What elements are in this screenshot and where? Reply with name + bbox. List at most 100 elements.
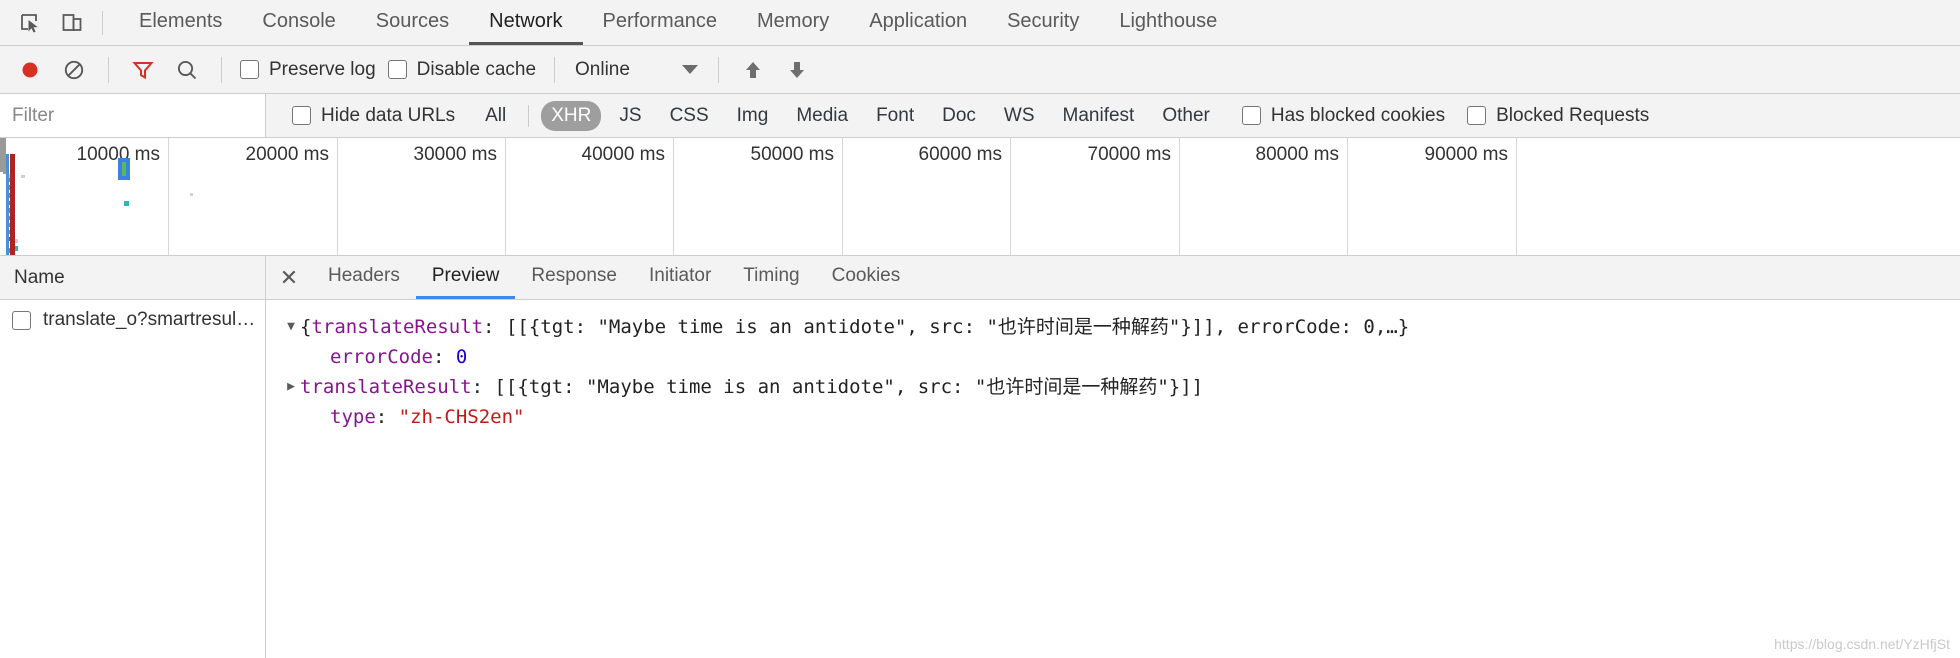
- overview-tick-divider: [1347, 138, 1348, 255]
- tabbar-icon-group: [8, 0, 119, 45]
- filter-type-other[interactable]: Other: [1152, 101, 1220, 131]
- column-header-name[interactable]: Name: [0, 256, 265, 300]
- tab-cookies[interactable]: Cookies: [816, 256, 917, 299]
- overview-tick-divider: [505, 138, 506, 255]
- tab-response[interactable]: Response: [515, 256, 633, 299]
- json-token: "也许时间是一种解药": [986, 316, 1181, 338]
- table-row[interactable]: translate_o?smartresul…: [0, 300, 265, 340]
- overview-tick-divider: [1516, 138, 1517, 255]
- filter-type-all[interactable]: All: [475, 101, 516, 131]
- overview-tick-divider: [1179, 138, 1180, 255]
- panel-tabs: Elements Console Sources Network Perform…: [119, 0, 1237, 45]
- expand-triangle-down-icon[interactable]: ▼: [282, 312, 300, 342]
- preserve-log-checkbox[interactable]: Preserve log: [236, 59, 380, 81]
- json-token: type: [330, 406, 376, 428]
- json-token: :: [471, 376, 495, 398]
- json-line: type: "zh-CHS2en": [266, 402, 1960, 432]
- hide-data-urls-box[interactable]: [292, 106, 311, 125]
- throttling-value: Online: [575, 58, 630, 80]
- tab-timing[interactable]: Timing: [727, 256, 815, 299]
- request-list-pane: Name translate_o?smartresul…: [0, 256, 266, 658]
- network-panes: Name translate_o?smartresul… ✕ Headers P…: [0, 256, 1960, 658]
- request-name: translate_o?smartresul…: [43, 309, 256, 330]
- search-icon[interactable]: [167, 50, 207, 90]
- overview-tick-label: 50000 ms: [750, 144, 834, 165]
- filter-type-xhr[interactable]: XHR: [541, 100, 602, 131]
- toolbar-divider-4: [717, 56, 719, 83]
- json-token: :: [375, 406, 399, 428]
- overview-tick-label: 40000 ms: [581, 144, 665, 165]
- json-token: :: [483, 316, 506, 338]
- import-har-up-arrow-icon[interactable]: [733, 50, 773, 90]
- close-icon[interactable]: ✕: [266, 256, 312, 299]
- inspect-cursor-icon[interactable]: [12, 5, 48, 41]
- network-filter-bar: Hide data URLs All XHR JS CSS Img Media …: [0, 94, 1960, 138]
- overview-tick-label: 70000 ms: [1087, 144, 1171, 165]
- filter-type-js[interactable]: JS: [609, 101, 651, 131]
- devtools-window: Elements Console Sources Network Perform…: [0, 0, 1960, 658]
- json-token: :: [432, 346, 456, 368]
- hide-data-urls-checkbox[interactable]: Hide data URLs: [288, 105, 459, 127]
- disable-cache-box[interactable]: [387, 60, 407, 79]
- json-token: }]],: [1180, 316, 1238, 338]
- network-overview-timeline[interactable]: 10000 ms 20000 ms 30000 ms 40000 ms 50000 ms…: [0, 138, 1960, 256]
- filter-type-ws[interactable]: WS: [994, 101, 1045, 131]
- has-blocked-cookies-box[interactable]: [1241, 106, 1261, 125]
- overview-request-bar: [122, 162, 126, 176]
- json-token: tgt: [540, 316, 575, 338]
- tabbar-divider: [102, 10, 103, 35]
- tab-performance[interactable]: Performance: [583, 0, 738, 45]
- export-har-down-arrow-icon[interactable]: [777, 50, 817, 90]
- tab-security[interactable]: Security: [987, 0, 1099, 45]
- overview-tick-divider: [168, 138, 169, 255]
- filter-type-media[interactable]: Media: [786, 101, 858, 131]
- blocked-requests-box[interactable]: [1467, 106, 1487, 125]
- json-token: :: [574, 316, 598, 338]
- filter-type-manifest[interactable]: Manifest: [1053, 101, 1145, 131]
- filter-type-img[interactable]: Img: [727, 101, 779, 131]
- filter-type-css[interactable]: CSS: [660, 101, 719, 131]
- json-preview-body: ▼ {translateResult: [[{tgt: "Maybe time i…: [266, 300, 1960, 658]
- overview-tick-label: 80000 ms: [1255, 144, 1339, 165]
- preserve-log-box[interactable]: [240, 60, 259, 79]
- json-token: translateResult: [300, 376, 472, 398]
- tab-application[interactable]: Application: [849, 0, 987, 45]
- json-line-content: {translateResult: [[{tgt: "Maybe time is…: [300, 312, 1409, 342]
- tab-memory[interactable]: Memory: [737, 0, 849, 45]
- disable-cache-label: Disable cache: [416, 58, 537, 80]
- tab-initiator[interactable]: Initiator: [633, 256, 727, 299]
- devtools-tabbar: Elements Console Sources Network Perform…: [0, 0, 1960, 46]
- json-token: src: [929, 316, 964, 338]
- json-token: 0: [455, 346, 468, 368]
- toolbar-divider-1: [108, 56, 109, 83]
- filter-type-font[interactable]: Font: [866, 101, 924, 131]
- expand-triangle-right-icon[interactable]: ▶: [282, 372, 300, 402]
- device-toolbar-icon[interactable]: [54, 5, 90, 41]
- record-stop-icon[interactable]: [10, 50, 50, 90]
- tab-elements[interactable]: Elements: [119, 0, 242, 45]
- toolbar-divider-2: [221, 56, 222, 83]
- tab-lighthouse[interactable]: Lighthouse: [1099, 0, 1237, 45]
- overview-request-bar: [190, 193, 193, 196]
- overview-request-bar: [124, 201, 129, 206]
- json-token: [[{: [505, 316, 541, 338]
- clear-icon[interactable]: [54, 50, 94, 90]
- hide-data-urls-label: Hide data URLs: [321, 104, 456, 126]
- filter-type-doc[interactable]: Doc: [932, 101, 986, 131]
- tab-preview[interactable]: Preview: [415, 256, 516, 299]
- blocked-requests-checkbox[interactable]: Blocked Requests: [1463, 105, 1653, 127]
- filter-funnel-icon[interactable]: [123, 50, 163, 90]
- filter-input[interactable]: [0, 94, 266, 137]
- request-checkbox[interactable]: [12, 310, 31, 330]
- tab-headers[interactable]: Headers: [312, 256, 416, 299]
- overview-tick-label: 20000 ms: [245, 144, 329, 165]
- has-blocked-cookies-checkbox[interactable]: Has blocked cookies: [1238, 105, 1449, 127]
- json-line-content: errorCode: 0: [330, 342, 467, 372]
- overview-tick-label: 30000 ms: [413, 144, 497, 165]
- tab-console[interactable]: Console: [242, 0, 355, 45]
- tab-network[interactable]: Network: [469, 0, 583, 45]
- disable-cache-checkbox[interactable]: Disable cache: [384, 59, 540, 81]
- throttling-select[interactable]: Online: [569, 59, 704, 81]
- tab-sources[interactable]: Sources: [356, 0, 469, 45]
- json-token: translateResult: [311, 316, 484, 338]
